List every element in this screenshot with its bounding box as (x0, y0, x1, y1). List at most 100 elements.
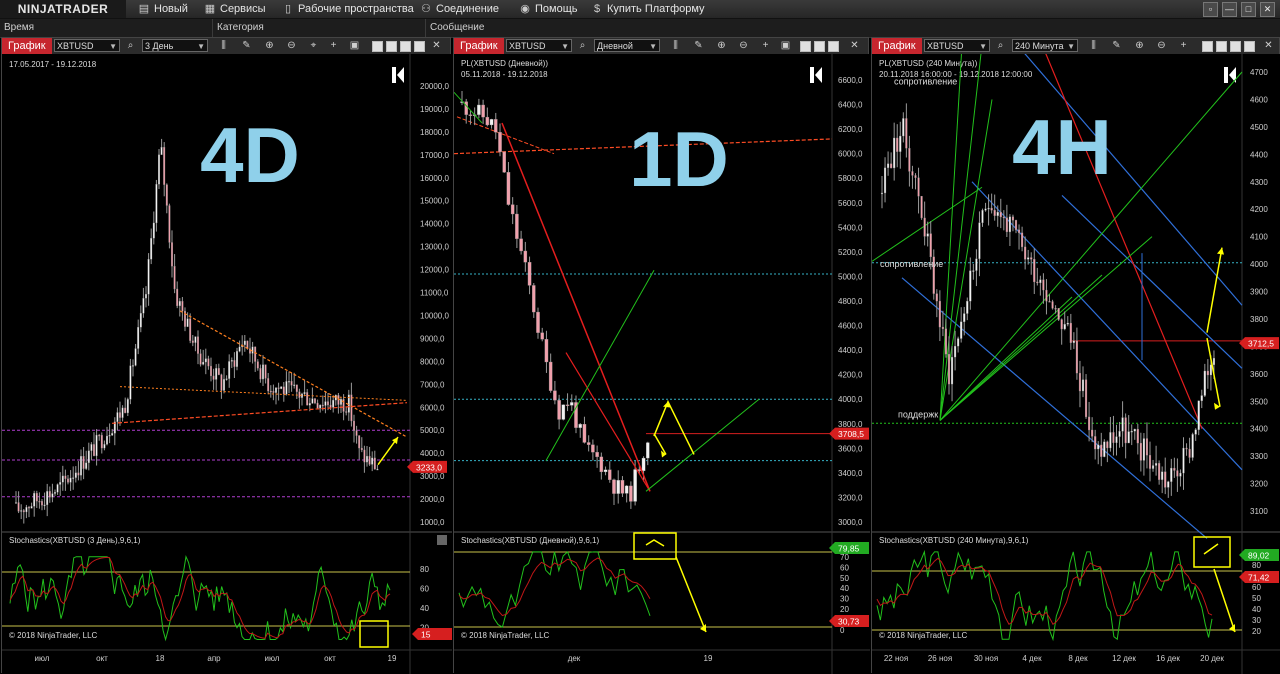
template-icon[interactable]: ▣ (779, 39, 792, 52)
candle (941, 326, 944, 329)
candle (98, 434, 101, 437)
layout-icon[interactable] (814, 41, 825, 52)
col-message[interactable]: Сообщение (426, 19, 1270, 37)
layout-icon[interactable] (1216, 41, 1227, 52)
instrument-select[interactable]: XBTUSD ▼ (54, 39, 120, 52)
crosshair-plus-icon[interactable]: + (327, 39, 340, 52)
chart-tab[interactable]: График (872, 38, 922, 54)
close-icon[interactable]: ✕ (848, 39, 861, 52)
draw-icon[interactable]: ✎ (240, 39, 253, 52)
candle (160, 147, 163, 155)
candle (285, 381, 288, 395)
chart-canvas[interactable]: PL(XBTUSD (240 Минута))20.11.2018 16:00:… (872, 54, 1280, 674)
layout-icon[interactable] (1230, 41, 1241, 52)
candle (1148, 455, 1152, 469)
candle (899, 135, 902, 152)
col-time[interactable]: Время (0, 19, 213, 37)
candle (163, 147, 166, 185)
close-icon[interactable]: ✕ (430, 39, 443, 52)
template-icon[interactable]: ▣ (348, 39, 361, 52)
layout-icon[interactable] (1244, 41, 1255, 52)
chart-canvas[interactable]: PL(XBTUSD (Дневной)) 05.11.2018 - 19.12.2… (454, 54, 870, 674)
bar-style-icon[interactable]: ⫼ (669, 39, 682, 52)
candle (25, 507, 28, 513)
menu-workspaces[interactable]: ▯ Рабочие пространства (282, 0, 414, 18)
search-icon[interactable]: ⌕ (576, 39, 589, 52)
candle (30, 506, 33, 509)
zoom-out-icon[interactable]: ⊖ (1155, 39, 1168, 52)
layout-icon[interactable] (386, 41, 397, 52)
crosshair-icon[interactable]: ⌖ (307, 39, 320, 52)
layout-icon[interactable] (414, 41, 425, 52)
col-category[interactable]: Категория (213, 19, 426, 37)
period-select[interactable]: 240 Минута ▼ (1012, 39, 1078, 52)
candle (67, 478, 69, 483)
chart-canvas[interactable]: 17.05.2017 - 19.12.2018 20000,0 19000,0 180… (2, 54, 452, 674)
draw-icon[interactable]: ✎ (1110, 39, 1123, 52)
menu-connection[interactable]: ⚇ Соединение (420, 0, 499, 18)
zoom-in-icon[interactable]: ⊕ (1133, 39, 1146, 52)
layout-icon[interactable] (828, 41, 839, 52)
layout-icon[interactable] (372, 41, 383, 52)
period-select[interactable]: 3 День ▼ (142, 39, 208, 52)
chart-window-4d[interactable]: График XBTUSD ▼ ⌕ 3 День ▼ ⫼ ✎ ⊕ ⊖ ⌖ + ▣ ✕… (1, 37, 452, 674)
close-button[interactable]: ✕ (1260, 2, 1275, 17)
price-tick: 4100 (1250, 233, 1268, 242)
chart-window-1d[interactable]: График XBTUSD ▼ ⌕ Дневной ▼ ⫼ ✎ ⊕ ⊖ + ▣ ✕ … (453, 37, 870, 674)
menu-help[interactable]: ◉ Помощь (519, 0, 577, 18)
menu-services[interactable]: ▦ Сервисы (204, 0, 266, 18)
bar-style-icon[interactable]: ⫼ (217, 39, 230, 52)
zoom-in-icon[interactable]: ⊕ (263, 39, 276, 52)
candle (28, 507, 30, 509)
period-select[interactable]: Дневной ▼ (594, 39, 660, 52)
candle (1011, 216, 1015, 221)
draw-icon[interactable]: ✎ (692, 39, 705, 52)
chart-window-4h[interactable]: График XBTUSD ▼ ⌕ 240 Минута ▼ ⫼ ✎ ⊕ ⊖ + ✕… (871, 37, 1280, 674)
zoom-out-icon[interactable]: ⊖ (737, 39, 750, 52)
restore-icon[interactable]: ▫ (1203, 2, 1218, 17)
bar-style-icon[interactable]: ⫼ (1087, 39, 1100, 52)
chart-tab[interactable]: График (454, 38, 504, 54)
osc-tick: 20 (840, 605, 849, 614)
layout-icon[interactable] (800, 41, 811, 52)
layout-icon[interactable] (400, 41, 411, 52)
help-icon: ◉ (520, 3, 530, 15)
osc-tick: 20 (1252, 627, 1261, 636)
candle (1182, 447, 1185, 474)
menu-new[interactable]: ▤ Новый (138, 0, 188, 18)
instrument-select[interactable]: XBTUSD ▼ (924, 39, 990, 52)
candle (230, 360, 233, 362)
minimize-button[interactable]: — (1222, 2, 1237, 17)
buy-platform-icon: $ (593, 3, 601, 15)
chart-tab[interactable]: График (2, 38, 52, 54)
instrument-select[interactable]: XBTUSD ▼ (506, 39, 572, 52)
crosshair-icon[interactable]: + (759, 39, 772, 52)
close-icon[interactable]: ✕ (1262, 39, 1275, 52)
menu-buy-platform[interactable]: $ Купить Платформу (591, 0, 705, 18)
maximize-button[interactable]: □ (1241, 2, 1256, 17)
candle (259, 368, 262, 380)
oscillator-badge-top: 89,02 (1248, 551, 1270, 561)
candle (321, 404, 324, 407)
candle (264, 364, 267, 379)
candle (1039, 279, 1042, 284)
price-tick: 4300 (1250, 178, 1268, 187)
candle (620, 480, 625, 494)
candle (887, 163, 890, 168)
candle (298, 391, 301, 398)
price-tick: 4600 (1250, 95, 1268, 104)
candle (540, 332, 544, 340)
copyright-text: © 2018 NinjaTrader, LLC (461, 631, 550, 640)
oscillator-label: Stochastics(XBTUSD (3 День),9,6,1) (9, 536, 141, 545)
chart-toolbar: График XBTUSD ▼ ⌕ Дневной ▼ ⫼ ✎ ⊕ ⊖ + ▣ ✕ (454, 38, 868, 55)
search-icon[interactable]: ⌕ (124, 39, 137, 52)
candle (353, 420, 355, 431)
layout-icon[interactable] (1202, 41, 1213, 52)
new-icon: ▤ (138, 3, 150, 15)
crosshair-icon[interactable]: + (1177, 39, 1190, 52)
zoom-out-icon[interactable]: ⊖ (285, 39, 298, 52)
osc-tick: 80 (1252, 561, 1261, 570)
search-icon[interactable]: ⌕ (994, 39, 1007, 52)
zoom-in-icon[interactable]: ⊕ (715, 39, 728, 52)
candle (1167, 481, 1170, 488)
